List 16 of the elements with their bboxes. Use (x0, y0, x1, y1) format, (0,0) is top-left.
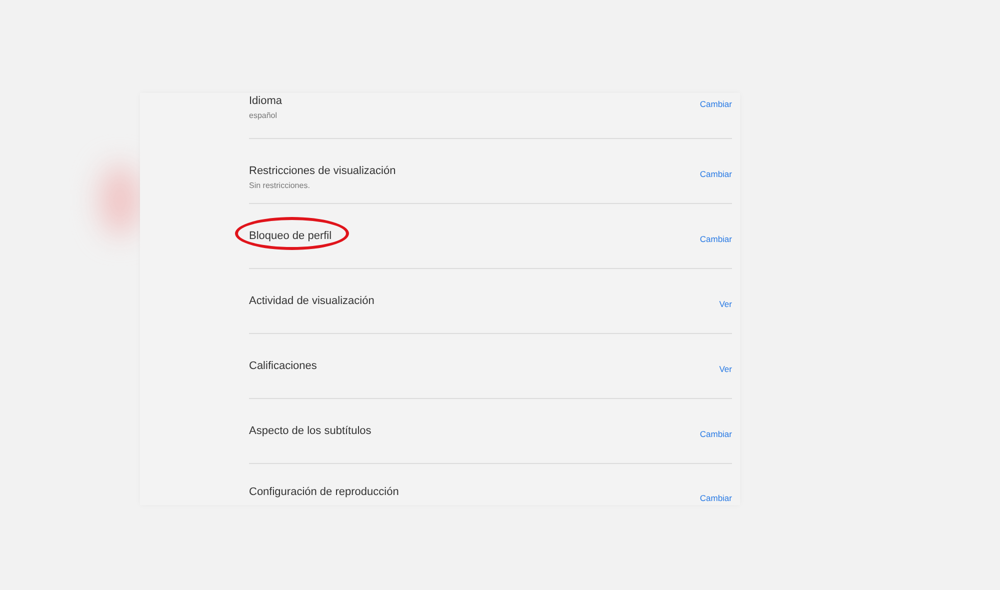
setting-link[interactable]: Cambiar (700, 99, 732, 109)
setting-title: Calificaciones (249, 360, 317, 372)
setting-title: Actividad de visualización (249, 295, 374, 307)
setting-title: Bloqueo de perfil (249, 230, 332, 242)
setting-title: Restricciones de visualización (249, 165, 396, 177)
setting-title: Configuración de reproducción (249, 486, 399, 498)
setting-link[interactable]: Ver (719, 364, 732, 374)
setting-link[interactable]: Cambiar (700, 234, 732, 244)
setting-value: Sin restricciones. (249, 181, 311, 190)
setting-link[interactable]: Cambiar (700, 169, 732, 179)
setting-link[interactable]: Cambiar (700, 493, 732, 503)
setting-link[interactable]: Ver (719, 299, 732, 309)
setting-value: español (249, 111, 278, 120)
setting-link[interactable]: Cambiar (700, 429, 732, 439)
setting-title: Idioma (249, 95, 282, 107)
setting-title: Aspecto de los subtítulos (249, 425, 372, 437)
